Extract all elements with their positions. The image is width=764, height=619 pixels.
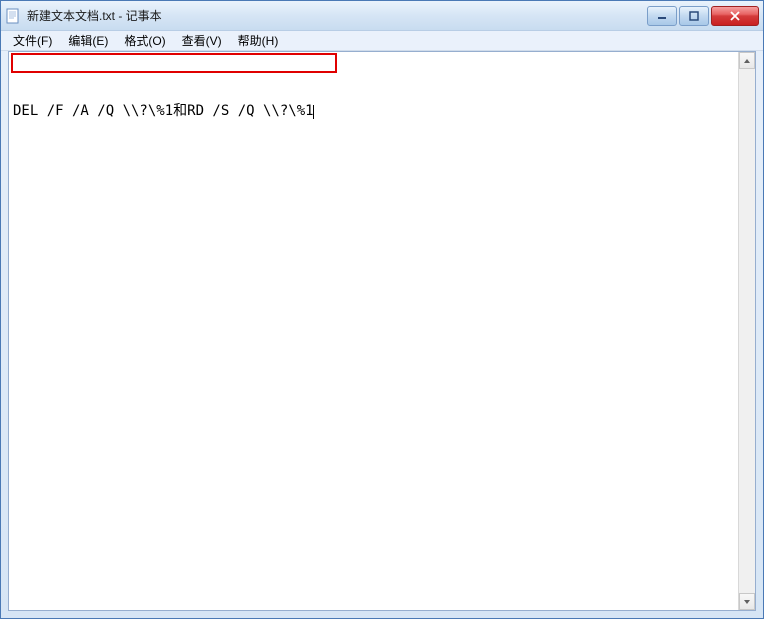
editor-text: DEL /F /A /Q \\?\%1和RD /S /Q \\?\%1	[11, 102, 736, 119]
text-cursor	[313, 105, 314, 119]
scrollbar-track[interactable]	[739, 69, 755, 593]
menubar: 文件(F) 编辑(E) 格式(O) 查看(V) 帮助(H)	[1, 31, 763, 51]
highlight-annotation	[11, 53, 337, 73]
menu-file[interactable]: 文件(F)	[5, 30, 60, 51]
scrollbar-down-button[interactable]	[739, 593, 755, 610]
window-title: 新建文本文档.txt - 记事本	[25, 7, 645, 24]
close-button[interactable]	[711, 6, 759, 26]
titlebar[interactable]: 新建文本文档.txt - 记事本	[1, 1, 763, 31]
vertical-scrollbar[interactable]	[738, 52, 755, 610]
minimize-button[interactable]	[647, 6, 677, 26]
notepad-window: 新建文本文档.txt - 记事本 文件(F) 编辑(E) 格式(O) 查看(	[0, 0, 764, 619]
scrollbar-up-button[interactable]	[739, 52, 755, 69]
menu-edit[interactable]: 编辑(E)	[60, 30, 116, 51]
menu-format[interactable]: 格式(O)	[116, 30, 173, 51]
menu-view[interactable]: 查看(V)	[174, 30, 230, 51]
menu-help[interactable]: 帮助(H)	[230, 30, 287, 51]
notepad-icon	[5, 8, 21, 24]
maximize-button[interactable]	[679, 6, 709, 26]
text-editor[interactable]: DEL /F /A /Q \\?\%1和RD /S /Q \\?\%1	[9, 52, 738, 610]
editor-area: DEL /F /A /Q \\?\%1和RD /S /Q \\?\%1	[8, 51, 756, 611]
window-controls	[645, 6, 759, 26]
